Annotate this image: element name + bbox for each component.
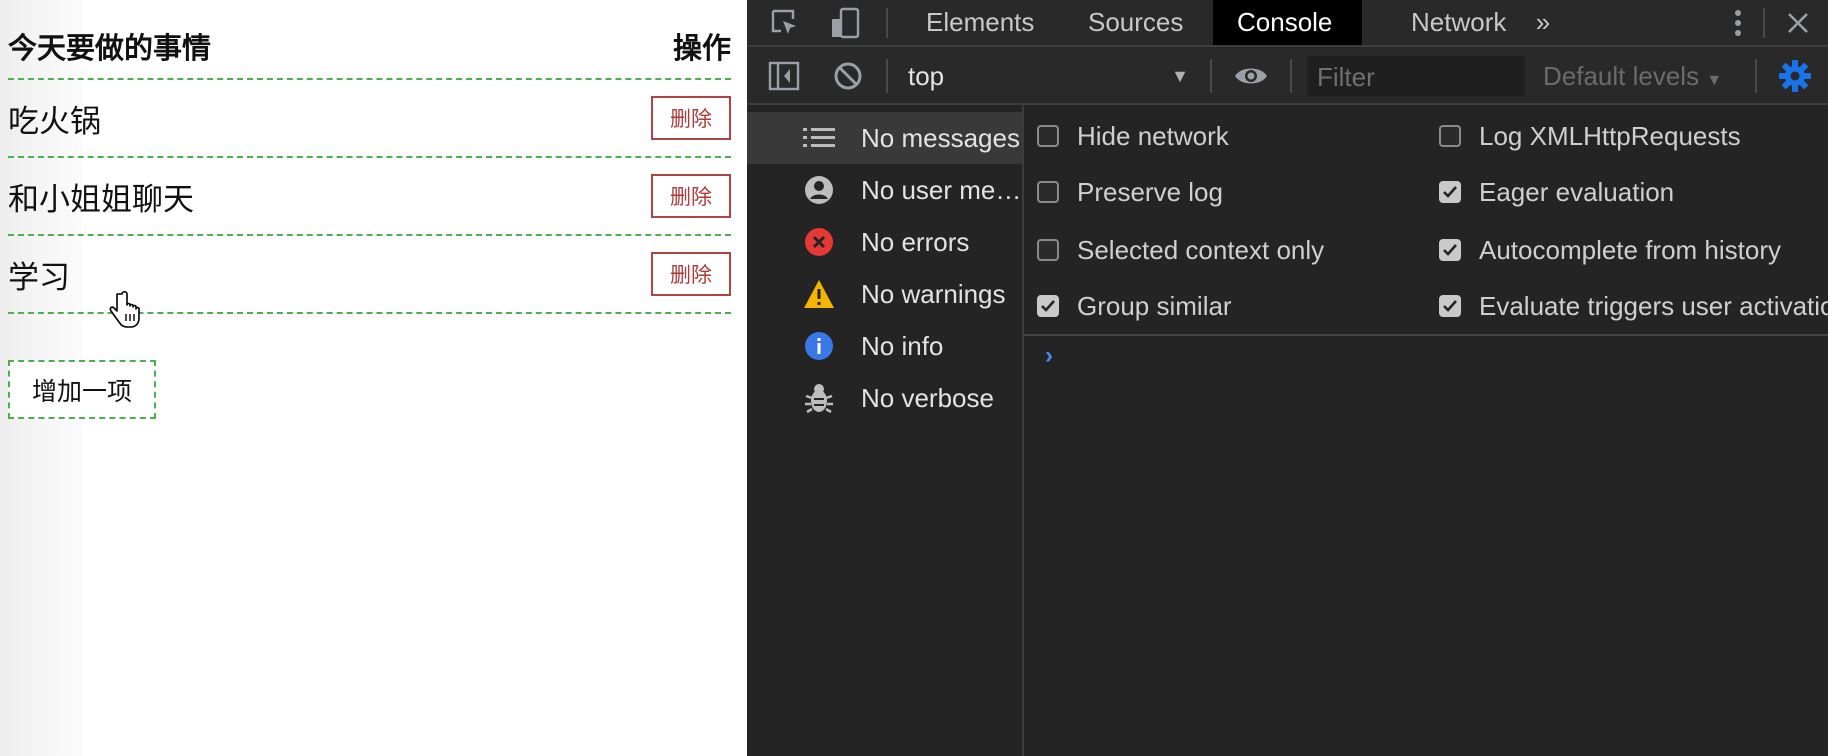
option-label: Evaluate triggers user activation (1479, 290, 1828, 321)
settings-gear-icon[interactable] (1775, 51, 1815, 101)
option-group-similar[interactable]: Group similar (1037, 286, 1232, 326)
checkbox[interactable] (1037, 239, 1059, 261)
checkbox[interactable] (1439, 125, 1461, 147)
todo-page: 今天要做的事情 操作 吃火锅 删除 和小姐姐聊天 删除 学习 删除 增加一项 (0, 0, 747, 756)
option-label: Log XMLHttpRequests (1479, 120, 1741, 151)
hand-cursor-icon (109, 290, 140, 328)
sidebar-item-warnings[interactable]: No warnings (747, 268, 1022, 320)
tabbar-divider (886, 8, 888, 38)
tab-elements[interactable]: Elements (902, 0, 1058, 45)
kebab-menu-icon[interactable] (1728, 0, 1748, 45)
sidebar-item-label: No errors (861, 226, 970, 257)
checkmark-icon (1041, 300, 1055, 312)
checkbox-checked[interactable] (1439, 181, 1461, 203)
sidebar-item-label: No info (861, 330, 944, 361)
devtools-tabbar: Elements Sources Console Network » (747, 0, 1828, 47)
checkbox[interactable] (1037, 181, 1059, 203)
sidebar-item-label: No messages (861, 122, 1020, 153)
levels-chevron-icon: ▼ (1706, 72, 1723, 89)
checkbox[interactable] (1037, 125, 1059, 147)
toolbar-divider (1290, 59, 1292, 93)
option-label: Eager evaluation (1479, 176, 1675, 207)
checkbox-checked[interactable] (1439, 239, 1461, 261)
sidebar-item-label: No user me… (861, 174, 1022, 205)
sidebar-item-info[interactable]: No info (747, 320, 1022, 372)
option-log-xhr[interactable]: Log XMLHttpRequests (1439, 116, 1741, 156)
delete-button[interactable]: 删除 (651, 174, 731, 218)
todo-item: 和小姐姐聊天 删除 (8, 158, 731, 236)
sidebar-item-verbose[interactable]: No verbose (747, 372, 1022, 424)
inspect-element-icon[interactable] (767, 0, 803, 45)
option-label: Hide network (1077, 120, 1229, 151)
todo-item-text: 吃火锅 (8, 103, 101, 140)
warning-icon (802, 277, 836, 311)
eye-icon[interactable] (1231, 51, 1271, 101)
context-select[interactable]: top (908, 61, 944, 92)
add-item-button[interactable]: 增加一项 (8, 360, 156, 419)
delete-button[interactable]: 删除 (651, 96, 731, 140)
console-prompt-icon[interactable]: › (1045, 342, 1053, 370)
todo-item: 吃火锅 删除 (8, 80, 731, 158)
bug-icon (802, 381, 836, 415)
console-settings-pane: Hide network Preserve log Selected conte… (1024, 105, 1828, 336)
console-toolbar: top ▼ Filter Default levels ▼ (747, 47, 1828, 105)
info-icon (802, 329, 836, 363)
todo-item-text: 学习 (8, 259, 70, 296)
error-icon (802, 225, 836, 259)
tab-console[interactable]: Console (1213, 0, 1362, 45)
levels-label: Default levels (1543, 61, 1700, 91)
sidebar-toggle-icon[interactable] (767, 51, 801, 101)
option-eager-evaluation[interactable]: Eager evaluation (1439, 172, 1674, 212)
todo-action-header: 操作 (672, 31, 731, 65)
sidebar-item-label: No verbose (861, 382, 994, 413)
filter-input[interactable]: Filter (1307, 56, 1525, 96)
close-icon[interactable] (1783, 0, 1813, 45)
sidebar-item-label: No warnings (861, 278, 1006, 309)
option-selected-context-only[interactable]: Selected context only (1037, 230, 1324, 270)
checkbox-checked[interactable] (1439, 295, 1461, 317)
device-toolbar-icon[interactable] (827, 0, 863, 45)
clear-console-icon[interactable] (831, 51, 865, 101)
option-hide-network[interactable]: Hide network (1037, 116, 1229, 156)
todo-title: 今天要做的事情 (8, 31, 212, 65)
levels-select[interactable]: Default levels ▼ (1543, 61, 1722, 92)
option-label: Group similar (1077, 290, 1232, 321)
list-icon (802, 121, 836, 155)
option-label: Selected context only (1077, 234, 1325, 265)
sidebar-item-messages[interactable]: No messages (747, 112, 1022, 164)
sidebar-item-errors[interactable]: No errors (747, 216, 1022, 268)
option-label: Preserve log (1077, 176, 1223, 207)
tabbar-divider (1763, 8, 1765, 38)
devtools-panel: Elements Sources Console Network » top ▼ (747, 0, 1828, 756)
more-tabs-icon[interactable]: » (1527, 0, 1559, 45)
checkmark-icon (1443, 186, 1457, 198)
checkbox-checked[interactable] (1037, 295, 1059, 317)
todo-header: 今天要做的事情 操作 (8, 14, 731, 80)
option-autocomplete-history[interactable]: Autocomplete from history (1439, 230, 1781, 270)
tab-network[interactable]: Network (1387, 0, 1530, 45)
checkmark-icon (1443, 244, 1457, 256)
todo-item-text: 和小姐姐聊天 (8, 181, 194, 218)
option-label: Autocomplete from history (1479, 234, 1782, 265)
sidebar-item-user-messages[interactable]: No user me… (747, 164, 1022, 216)
option-preserve-log[interactable]: Preserve log (1037, 172, 1223, 212)
toolbar-divider (886, 59, 888, 93)
console-sidebar: No messages No user me… No errors No war… (747, 105, 1024, 756)
tab-sources[interactable]: Sources (1064, 0, 1207, 45)
option-evaluate-triggers[interactable]: Evaluate triggers user activation (1439, 286, 1828, 326)
chevron-down-icon[interactable]: ▼ (1169, 51, 1191, 101)
delete-button[interactable]: 删除 (651, 252, 731, 296)
user-icon (802, 173, 836, 207)
toolbar-divider (1210, 59, 1212, 93)
checkmark-icon (1443, 300, 1457, 312)
toolbar-divider (1755, 59, 1757, 93)
